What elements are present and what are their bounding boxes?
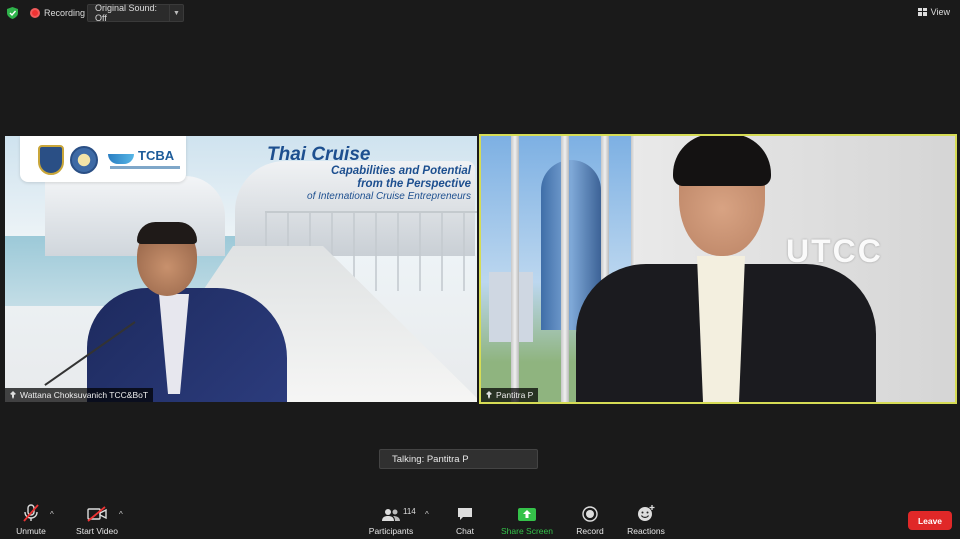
chevron-up-icon[interactable]: ^ (119, 510, 123, 519)
participant-nameplate: Pantitra P (481, 388, 539, 402)
view-button[interactable]: View (917, 7, 950, 17)
start-video-button[interactable]: Start Video (72, 500, 122, 539)
chat-icon (457, 500, 473, 522)
original-sound-toggle[interactable]: Original Sound: Off ▼ (87, 3, 184, 23)
recording-indicator[interactable]: Recording (30, 6, 85, 20)
muted-microphone-icon (23, 500, 39, 522)
top-bar: Recording Original Sound: Off ▼ View (0, 0, 960, 26)
recording-dot-icon (30, 8, 40, 18)
chevron-up-icon[interactable]: ^ (425, 510, 429, 519)
share-screen-icon (518, 500, 536, 522)
slide-subtitle-3: of International Cruise Entrepreneurs (307, 191, 471, 202)
participant-video-wattana (87, 222, 287, 402)
unmute-label: Unmute (16, 526, 46, 536)
window-frame (511, 136, 519, 402)
slide-logo-box: TCBA (20, 136, 186, 182)
pin-icon (486, 391, 492, 399)
participant-name: Wattana Choksuvanich TCC&BoT (20, 390, 149, 400)
video-tile-pantitra[interactable]: UTCC Pantitra P (479, 134, 957, 404)
record-icon (582, 500, 598, 522)
slide-title: Thai Cruise (267, 144, 371, 165)
participants-button[interactable]: Participants (367, 500, 415, 539)
video-tile-wattana[interactable]: TCBA Thai Cruise Capabilities and Potent… (5, 136, 477, 402)
record-label: Record (576, 526, 604, 536)
seal-logo-icon (38, 145, 64, 175)
reactions-label: Reactions (627, 526, 665, 536)
original-sound-label: Original Sound: Off (95, 3, 158, 23)
meeting-toolbar: Unmute ^ Start Video ^ Participants 114 … (0, 500, 960, 539)
seal-logo-icon (70, 146, 98, 174)
reactions-smiley-icon (637, 500, 655, 522)
unmute-button[interactable]: Unmute (12, 500, 50, 539)
leave-button[interactable]: Leave (908, 511, 952, 530)
slide-subtitle-2: from the Perspective (357, 178, 471, 190)
talking-indicator: Talking: Pantitra P (379, 449, 538, 469)
recording-label: Recording (44, 8, 86, 18)
share-screen-button[interactable]: Share Screen (500, 500, 554, 539)
participants-count-badge: 114 (403, 507, 416, 516)
tcba-logo-text: TCBA (138, 148, 175, 163)
share-screen-label: Share Screen (501, 526, 553, 536)
video-off-icon (87, 500, 107, 522)
participant-nameplate: Wattana Choksuvanich TCC&BoT (5, 388, 154, 402)
shield-icon[interactable] (7, 7, 18, 19)
grid-view-icon (917, 8, 927, 16)
pin-icon (10, 391, 16, 399)
participants-label: Participants (368, 526, 414, 536)
chevron-down-icon[interactable]: ▼ (169, 5, 183, 21)
participants-icon (381, 500, 401, 522)
tcba-ship-logo-icon (108, 154, 134, 164)
record-button[interactable]: Record (575, 500, 605, 539)
tcba-logo-underline (110, 166, 180, 169)
start-video-label: Start Video (76, 526, 118, 536)
participant-name: Pantitra P (496, 390, 534, 400)
participant-video-pantitra (561, 136, 876, 402)
chat-label: Chat (456, 526, 474, 536)
chat-button[interactable]: Chat (452, 500, 478, 539)
view-label: View (930, 7, 950, 17)
slide-subtitle-1: Capabilities and Potential (331, 165, 471, 177)
chevron-up-icon[interactable]: ^ (50, 510, 54, 519)
reactions-button[interactable]: Reactions (626, 500, 666, 539)
